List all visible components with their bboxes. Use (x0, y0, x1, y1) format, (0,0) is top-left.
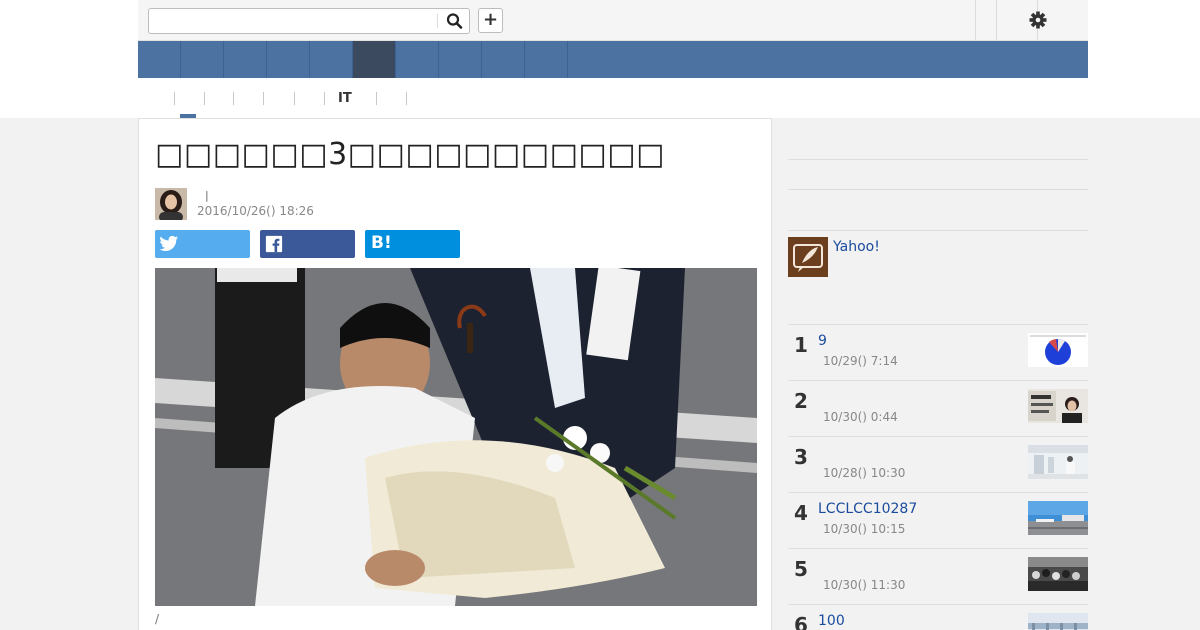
add-button[interactable]: + (478, 8, 503, 33)
subnav-divider (324, 92, 325, 105)
subnav-divider (204, 92, 205, 105)
thumbnail-image (1028, 557, 1088, 591)
toolbar-divider (975, 0, 976, 40)
sidebar-divider (788, 189, 1088, 190)
rank-number: 1 (794, 333, 808, 357)
header-toolbar: + (138, 0, 1088, 41)
thumbnail-image (1028, 445, 1088, 479)
twitter-icon (159, 235, 179, 251)
gear-icon (1029, 11, 1047, 29)
thumbnail-image (1028, 613, 1088, 630)
rank-thumbnail[interactable] (1028, 333, 1088, 367)
rank-date: 10/30() 10:15 (823, 522, 906, 536)
rank-date: 10/28() 10:30 (823, 466, 906, 480)
subnav-divider (294, 92, 295, 105)
gnav-item[interactable] (482, 41, 525, 78)
hatena-bookmark-button[interactable]: B! (365, 230, 460, 258)
thumbnail-image (1028, 389, 1088, 423)
ranking-row[interactable]: 1 9 10/29() 7:14 (788, 324, 1088, 380)
avatar-image (155, 188, 187, 220)
ranking-row[interactable]: 4 LCCLCC10287 10/30() 10:15 (788, 492, 1088, 548)
rank-title[interactable]: 9 (818, 333, 827, 349)
category-subnav: IT (138, 78, 1088, 118)
article-photo (155, 268, 757, 606)
gnav-item[interactable] (138, 41, 181, 78)
gnav-item[interactable] (181, 41, 224, 78)
subnav-divider (406, 92, 407, 105)
twitter-share-button[interactable] (155, 230, 250, 258)
rank-number: 4 (794, 501, 808, 525)
yahoo-label[interactable]: Yahoo! (833, 239, 880, 255)
gnav-item[interactable] (439, 41, 482, 78)
rank-number: 5 (794, 557, 808, 581)
author-separator: | (205, 189, 209, 202)
yahoo-news-badge[interactable] (788, 237, 828, 277)
facebook-icon (265, 235, 283, 253)
author-avatar[interactable] (155, 188, 187, 220)
sidebar: Yahoo! 1 9 10/29() 7:14 2 10/30() 0:44 3… (788, 118, 1088, 630)
search-button[interactable] (445, 12, 465, 30)
rank-number: 2 (794, 389, 808, 413)
subnav-divider (174, 92, 175, 105)
article-photo-image (155, 268, 757, 606)
rank-thumbnail[interactable] (1028, 389, 1088, 423)
publish-date: 2016/10/26() 18:26 (197, 204, 314, 218)
rank-date: 10/29() 7:14 (823, 354, 898, 368)
search-input[interactable] (153, 12, 435, 30)
rank-thumbnail[interactable] (1028, 501, 1088, 535)
rank-date: 10/30() 0:44 (823, 410, 898, 424)
subnav-divider (233, 92, 234, 105)
search-box (148, 8, 470, 34)
article-headline: □□□□□□3□□□□□□□□□□□ (155, 137, 665, 172)
facebook-share-button[interactable] (260, 230, 355, 258)
thumbnail-image (1028, 333, 1088, 367)
subnav-divider (263, 92, 264, 105)
rank-number: 3 (794, 445, 808, 469)
gnav-item[interactable] (224, 41, 267, 78)
rank-thumbnail[interactable] (1028, 445, 1088, 479)
thumbnail-image (1028, 501, 1088, 535)
subnav-item-it[interactable]: IT (332, 91, 352, 111)
global-nav (138, 41, 1088, 78)
ranking-row[interactable]: 2 10/30() 0:44 (788, 380, 1088, 436)
article-main: □□□□□□3□□□□□□□□□□□ | 2016/10/26() 18:26 … (138, 118, 772, 630)
ranking-row[interactable]: 3 10/28() 10:30 (788, 436, 1088, 492)
rank-title[interactable]: LCCLCC10287 (818, 501, 917, 517)
gnav-item[interactable] (267, 41, 310, 78)
gnav-item[interactable] (310, 41, 353, 78)
rank-date: 10/30() 11:30 (823, 578, 906, 592)
sidebar-divider (788, 230, 1088, 231)
ranking-row[interactable]: 6 100 (788, 604, 1088, 630)
search-icon (446, 13, 463, 29)
hatena-label: B! (371, 233, 392, 253)
rank-number: 6 (794, 613, 808, 630)
subnav-divider (376, 92, 377, 105)
quill-icon (788, 237, 828, 277)
photo-caption: / (155, 612, 160, 626)
settings-button[interactable] (1025, 8, 1051, 32)
gnav-item[interactable] (396, 41, 439, 78)
search-divider (437, 14, 438, 28)
sidebar-divider (788, 159, 1088, 160)
rank-thumbnail[interactable] (1028, 557, 1088, 591)
gnav-item-active[interactable] (353, 41, 396, 78)
toolbar-divider (996, 0, 997, 40)
rank-thumbnail[interactable] (1028, 613, 1088, 630)
ranking-row[interactable]: 5 10/30() 11:30 (788, 548, 1088, 604)
gnav-item[interactable] (525, 41, 568, 78)
rank-title[interactable]: 100 (818, 613, 845, 629)
